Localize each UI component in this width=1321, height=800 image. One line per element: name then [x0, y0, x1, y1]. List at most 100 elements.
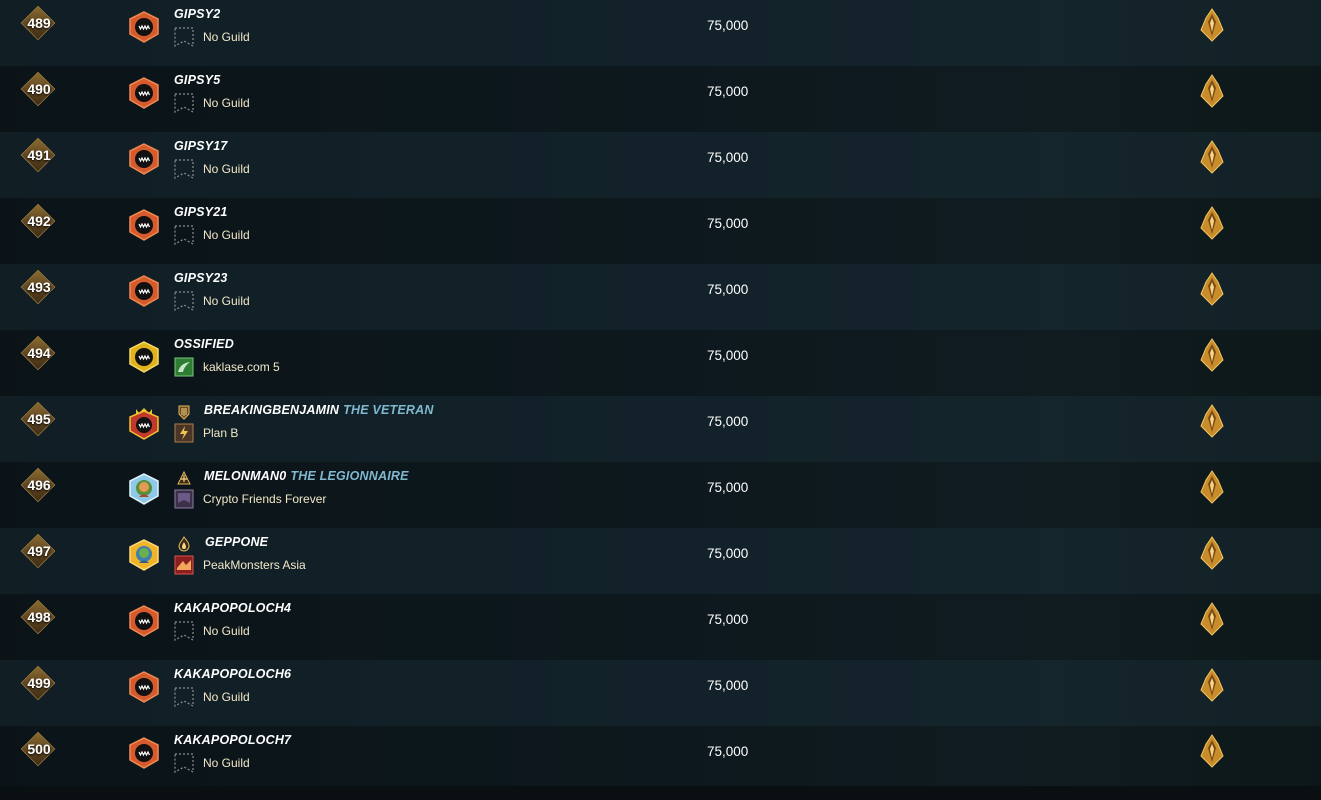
guild-name[interactable]: No Guild — [203, 228, 250, 242]
rating-value: 75,000 — [707, 744, 749, 759]
player-name[interactable]: MELONMAN0 THE LEGIONNAIRE — [204, 469, 409, 483]
player-name[interactable]: BREAKINGBENJAMIN THE VETERAN — [204, 403, 434, 417]
guild-name[interactable]: No Guild — [203, 96, 250, 110]
leaderboard-row[interactable]: 498 KAKAPOPOLOCH4 No Guild 75,000 — [0, 594, 1321, 660]
rating-value: 75,000 — [707, 216, 749, 231]
rank-number: 498 — [27, 609, 51, 625]
gold-league-crest-icon — [1200, 602, 1224, 636]
guild-name[interactable]: No Guild — [203, 294, 250, 308]
rank-badge: 500 — [20, 731, 56, 767]
guild-name[interactable]: No Guild — [203, 690, 250, 704]
player-name[interactable]: GIPSY21 — [174, 205, 228, 219]
leaderboard-list: 489 GIPSY2 No Guild 75,000 490 GIPSY5 No… — [0, 0, 1321, 792]
rating-value: 75,000 — [707, 150, 749, 165]
guild-name[interactable]: No Guild — [203, 162, 250, 176]
leaderboard-row[interactable]: 497 GEPPONE PeakMonsters Asia 75,000 — [0, 528, 1321, 594]
rank-number: 490 — [27, 81, 51, 97]
empty-guild-banner-icon — [174, 159, 194, 179]
crowned-monster-badge-icon[interactable] — [127, 406, 161, 440]
guild-name[interactable]: Crypto Friends Forever — [203, 492, 326, 506]
empty-guild-banner-icon — [174, 621, 194, 641]
gold-league-crest-icon — [1200, 470, 1224, 504]
orange-monster-badge-icon[interactable] — [127, 142, 161, 176]
guild-name[interactable]: No Guild — [203, 30, 250, 44]
player-name[interactable]: KAKAPOPOLOCH4 — [174, 601, 291, 615]
rating-value: 75,000 — [707, 414, 749, 429]
player-name[interactable]: GEPPONE — [205, 535, 268, 549]
gold-league-crest-icon — [1200, 668, 1224, 702]
rank-badge: 497 — [20, 533, 56, 569]
guild-name[interactable]: No Guild — [203, 624, 250, 638]
orange-monster-badge-icon[interactable] — [127, 208, 161, 242]
purple-guild-banner-icon — [174, 489, 194, 509]
orange-monster-badge-icon[interactable] — [127, 10, 161, 44]
player-name[interactable]: GIPSY23 — [174, 271, 228, 285]
gold-league-crest-icon — [1200, 8, 1224, 42]
empty-guild-banner-icon — [174, 687, 194, 707]
leaderboard-row[interactable]: 492 GIPSY21 No Guild 75,000 — [0, 198, 1321, 264]
player-name[interactable]: GIPSY17 — [174, 139, 228, 153]
gold-league-crest-icon — [1200, 734, 1224, 768]
gold-monster-badge-icon[interactable] — [127, 340, 161, 374]
rank-badge: 495 — [20, 401, 56, 437]
custom-portrait-avatar-icon[interactable] — [127, 472, 161, 506]
rank-number: 496 — [27, 477, 51, 493]
rank-badge: 499 — [20, 665, 56, 701]
orange-monster-badge-icon[interactable] — [127, 274, 161, 308]
player-name[interactable]: KAKAPOPOLOCH7 — [174, 733, 291, 747]
rank-number: 489 — [27, 15, 51, 31]
rating-value: 75,000 — [707, 18, 749, 33]
guild-name[interactable]: Plan B — [203, 426, 238, 440]
red-guild-banner-icon — [174, 555, 194, 575]
orange-monster-badge-icon[interactable] — [127, 736, 161, 770]
empty-guild-banner-icon — [174, 225, 194, 245]
leaderboard-row[interactable]: 491 GIPSY17 No Guild 75,000 — [0, 132, 1321, 198]
gold-portrait-avatar-icon[interactable] — [127, 538, 161, 572]
rank-number: 495 — [27, 411, 51, 427]
rank-badge: 498 — [20, 599, 56, 635]
rank-badge: 490 — [20, 71, 56, 107]
gold-league-crest-icon — [1200, 338, 1224, 372]
leaderboard-row[interactable]: 496 MELONMAN0 THE LEGIONNAIRE Crypto Frie… — [0, 462, 1321, 528]
rank-number: 491 — [27, 147, 51, 163]
leaderboard-row[interactable]: 499 KAKAPOPOLOCH6 No Guild 75,000 — [0, 660, 1321, 726]
orange-monster-badge-icon[interactable] — [127, 670, 161, 704]
guild-name[interactable]: PeakMonsters Asia — [203, 558, 306, 572]
rank-number: 500 — [27, 741, 51, 757]
rank-badge: 489 — [20, 5, 56, 41]
player-name[interactable]: OSSIFIED — [174, 337, 234, 351]
lightning-guild-icon — [174, 423, 194, 443]
gold-league-crest-icon — [1200, 536, 1224, 570]
guild-name[interactable]: No Guild — [203, 756, 250, 770]
leaderboard-row[interactable]: 493 GIPSY23 No Guild 75,000 — [0, 264, 1321, 330]
gold-league-crest-icon — [1200, 206, 1224, 240]
rank-number: 499 — [27, 675, 51, 691]
empty-guild-banner-icon — [174, 753, 194, 773]
rating-value: 75,000 — [707, 348, 749, 363]
leaderboard-row[interactable]: 489 GIPSY2 No Guild 75,000 — [0, 0, 1321, 66]
orange-monster-badge-icon[interactable] — [127, 604, 161, 638]
rating-value: 75,000 — [707, 546, 749, 561]
orange-monster-badge-icon[interactable] — [127, 76, 161, 110]
rank-badge: 493 — [20, 269, 56, 305]
guild-name[interactable]: kaklase.com 5 — [203, 360, 280, 374]
rank-badge: 492 — [20, 203, 56, 239]
flame-title-icon — [178, 536, 190, 552]
rating-value: 75,000 — [707, 678, 749, 693]
player-name[interactable]: GIPSY5 — [174, 73, 220, 87]
rank-number: 493 — [27, 279, 51, 295]
player-name[interactable]: GIPSY2 — [174, 7, 220, 21]
rank-number: 494 — [27, 345, 51, 361]
leaderboard-row[interactable]: 490 GIPSY5 No Guild 75,000 — [0, 66, 1321, 132]
leaderboard-row[interactable]: 500 KAKAPOPOLOCH7 No Guild 75,000 — [0, 726, 1321, 792]
player-name[interactable]: KAKAPOPOLOCH6 — [174, 667, 291, 681]
leaderboard-row[interactable]: 495 BREAKINGBENJAMIN THE VETERAN Plan B 7… — [0, 396, 1321, 462]
veteran-title-icon — [178, 405, 190, 420]
gold-league-crest-icon — [1200, 74, 1224, 108]
empty-guild-banner-icon — [174, 27, 194, 47]
empty-guild-banner-icon — [174, 291, 194, 311]
rating-value: 75,000 — [707, 282, 749, 297]
rating-value: 75,000 — [707, 84, 749, 99]
leaderboard-row[interactable]: 494 OSSIFIED kaklase.com 5 75,000 — [0, 330, 1321, 396]
footer-strip — [0, 786, 1321, 800]
